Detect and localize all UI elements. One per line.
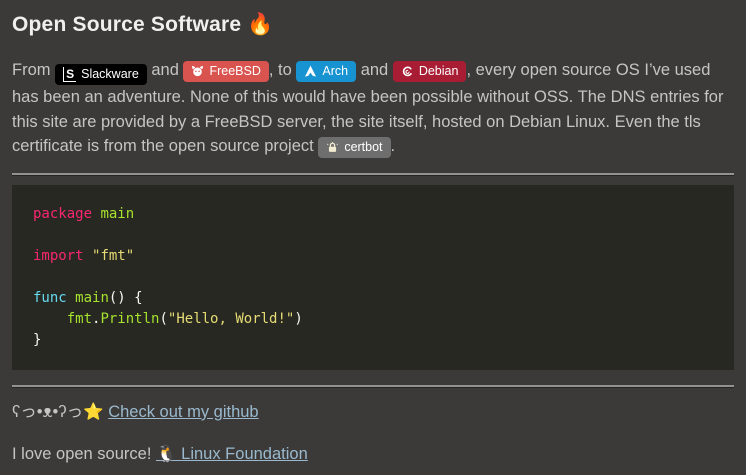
footer-link-label: Linux Foundation [181,445,308,463]
arch-badge[interactable]: Arch [296,61,356,81]
intro-paragraph: From S Slackware and FreeBSD , to Arch and… [12,58,734,159]
divider [12,173,734,175]
arch-logo-icon [304,65,317,78]
certbot-lock-icon [326,141,339,154]
freebsd-badge[interactable]: FreeBSD [183,61,268,81]
footer-text: I love open source! [12,445,156,463]
linux-foundation-link[interactable]: 🐧 Linux Foundation [156,445,308,463]
code-line: package main [33,204,713,225]
badge-label: certbot [344,140,382,154]
debian-swirl-icon [401,65,414,78]
code-line [33,225,713,246]
intro-text-from: From [12,61,55,79]
freebsd-beastie-icon [191,65,204,78]
page-title: Open Source Software 🔥 [12,13,734,37]
badge-label: FreeBSD [209,64,260,78]
slackware-badge[interactable]: S Slackware [55,64,147,85]
debian-badge[interactable]: Debian [393,61,467,81]
divider [12,385,734,387]
github-line: ʕっ•ᴥ•ʔっ⭐ Check out my github [12,400,734,425]
intro-text-and2: and [356,61,393,79]
code-line [33,267,713,288]
badge-label: Debian [419,64,459,78]
intro-text-to: , to [269,61,297,79]
code-block: package main import "fmt" func main() { … [12,185,734,370]
code-line: } [33,330,713,351]
footer-line: I love open source! 🐧 Linux Foundation [12,442,734,467]
badge-label: Arch [322,64,348,78]
code-line: import "fmt" [33,246,713,267]
code-line: func main() { [33,288,713,309]
penguin-icon: 🐧 [156,445,181,463]
code-line: fmt.Println("Hello, World!") [33,309,713,330]
github-link[interactable]: Check out my github [108,403,258,421]
kaomoji-text: ʕっ•ᴥ•ʔっ⭐ [12,403,108,421]
certbot-badge[interactable]: certbot [318,137,390,157]
intro-text-and1: and [147,61,184,79]
intro-text-period: . [391,137,396,155]
badge-label: Slackware [81,67,139,81]
slackware-s-icon: S [63,67,76,82]
